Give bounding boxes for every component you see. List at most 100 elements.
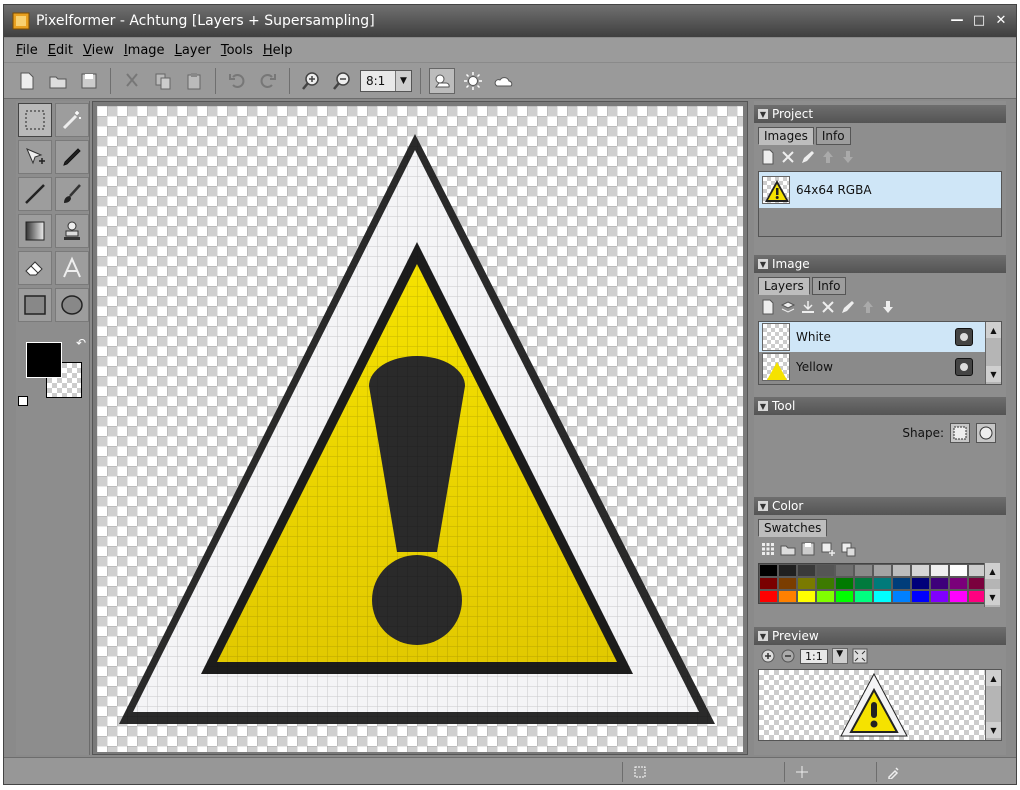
zoom-in-icon[interactable] bbox=[760, 648, 776, 664]
swap-colors-icon[interactable]: ↶ bbox=[76, 336, 86, 350]
zoom-in-icon[interactable] bbox=[298, 68, 324, 94]
minimize-icon[interactable]: — bbox=[948, 11, 966, 29]
menu-edit[interactable]: Edit bbox=[48, 43, 73, 58]
add-swatch-icon[interactable] bbox=[820, 541, 836, 557]
tab-project-info[interactable]: Info bbox=[815, 127, 851, 145]
color-swatch[interactable] bbox=[778, 590, 797, 603]
color-swatch[interactable] bbox=[873, 590, 892, 603]
gradient-icon[interactable] bbox=[18, 214, 52, 248]
line-icon[interactable] bbox=[18, 177, 52, 211]
paste-icon[interactable] bbox=[181, 68, 207, 94]
brush-icon[interactable] bbox=[55, 177, 89, 211]
delete-icon[interactable] bbox=[780, 149, 796, 165]
zoom-out-icon[interactable] bbox=[329, 68, 355, 94]
pen-icon[interactable] bbox=[55, 140, 89, 174]
new-layer-icon[interactable] bbox=[760, 299, 776, 315]
color-swatch[interactable] bbox=[873, 577, 892, 590]
color-swatch[interactable] bbox=[797, 564, 816, 577]
move-down-icon[interactable] bbox=[840, 149, 856, 165]
shape-square-button[interactable] bbox=[950, 423, 970, 443]
menu-layer[interactable]: Layer bbox=[175, 43, 211, 58]
layer-row-yellow[interactable]: Yellow bbox=[759, 352, 1001, 382]
fit-view-icon[interactable] bbox=[852, 648, 868, 664]
color-swatch[interactable] bbox=[797, 590, 816, 603]
zoom-out-icon[interactable] bbox=[780, 648, 796, 664]
image-panel-header[interactable]: ▼ Image bbox=[754, 255, 1006, 273]
color-swatch[interactable] bbox=[759, 564, 778, 577]
scroll-down-icon[interactable]: ▼ bbox=[986, 366, 1001, 382]
delete-icon[interactable] bbox=[820, 299, 836, 315]
save-icon[interactable] bbox=[76, 68, 102, 94]
title-bar[interactable]: Pixelformer - Achtung [Layers + Supersam… bbox=[4, 5, 1016, 37]
color-swatch[interactable] bbox=[892, 564, 911, 577]
merge-layer-icon[interactable] bbox=[800, 299, 816, 315]
remove-swatch-icon[interactable] bbox=[840, 541, 856, 557]
shape-circle-button[interactable] bbox=[976, 423, 996, 443]
stamp-icon[interactable] bbox=[55, 214, 89, 248]
tab-layers[interactable]: Layers bbox=[758, 277, 810, 295]
color-swatch[interactable] bbox=[759, 590, 778, 603]
scroll-down-icon[interactable]: ▼ bbox=[985, 589, 1000, 605]
collapse-icon[interactable]: ▼ bbox=[758, 259, 768, 269]
color-swatch[interactable] bbox=[949, 564, 968, 577]
color-swatch[interactable] bbox=[930, 564, 949, 577]
edit-icon[interactable] bbox=[840, 299, 856, 315]
color-swatch[interactable] bbox=[854, 564, 873, 577]
image-canvas[interactable] bbox=[97, 106, 743, 752]
color-swatch[interactable] bbox=[778, 577, 797, 590]
cloud-icon[interactable] bbox=[491, 68, 517, 94]
open-icon[interactable] bbox=[45, 68, 71, 94]
color-panel-header[interactable]: ▼ Color bbox=[754, 497, 1006, 515]
rectangle-icon[interactable] bbox=[18, 288, 52, 322]
color-swatch[interactable] bbox=[816, 590, 835, 603]
magic-wand-icon[interactable] bbox=[55, 103, 89, 137]
color-swatch[interactable] bbox=[816, 564, 835, 577]
tab-image-info[interactable]: Info bbox=[811, 277, 847, 295]
swatch-scrollbar[interactable]: ▲ ▼ bbox=[984, 563, 1000, 607]
menu-view[interactable]: View bbox=[83, 43, 114, 58]
scroll-up-icon[interactable]: ▲ bbox=[986, 322, 1001, 338]
color-swatch[interactable] bbox=[930, 577, 949, 590]
layer-row-white[interactable]: White bbox=[759, 322, 1001, 352]
layer-scrollbar[interactable]: ▲ ▼ bbox=[985, 322, 1001, 384]
color-swatch[interactable] bbox=[911, 590, 930, 603]
maximize-icon[interactable]: □ bbox=[970, 11, 988, 29]
project-panel-header[interactable]: ▼ Project bbox=[754, 105, 1006, 123]
foreground-color[interactable] bbox=[26, 342, 62, 378]
color-swatch[interactable] bbox=[873, 564, 892, 577]
preview-scrollbar[interactable]: ▲ ▼ bbox=[985, 670, 1001, 740]
close-icon[interactable]: ✕ bbox=[992, 11, 1010, 29]
redo-icon[interactable] bbox=[255, 68, 281, 94]
collapse-icon[interactable]: ▼ bbox=[758, 501, 768, 511]
collapse-icon[interactable]: ▼ bbox=[758, 401, 768, 411]
tab-images[interactable]: Images bbox=[758, 127, 814, 145]
color-swatch[interactable] bbox=[778, 564, 797, 577]
color-swatch[interactable] bbox=[892, 590, 911, 603]
color-swatch[interactable] bbox=[854, 590, 873, 603]
move-up-icon[interactable] bbox=[820, 149, 836, 165]
color-swatch[interactable] bbox=[911, 577, 930, 590]
grid-view-icon[interactable] bbox=[760, 541, 776, 557]
chevron-down-icon[interactable]: ▼ bbox=[395, 70, 411, 91]
move-down-icon[interactable] bbox=[880, 299, 896, 315]
eraser-icon[interactable] bbox=[18, 251, 52, 285]
collapse-icon[interactable]: ▼ bbox=[758, 631, 768, 641]
menu-tools[interactable]: Tools bbox=[221, 43, 253, 58]
rect-select-icon[interactable] bbox=[18, 103, 52, 137]
undo-icon[interactable] bbox=[224, 68, 250, 94]
color-swatch[interactable] bbox=[835, 577, 854, 590]
menu-file[interactable]: File bbox=[16, 43, 38, 58]
color-swatch[interactable] bbox=[816, 577, 835, 590]
color-swatch[interactable] bbox=[949, 577, 968, 590]
move-icon[interactable] bbox=[18, 140, 52, 174]
cut-icon[interactable] bbox=[119, 68, 145, 94]
chevron-down-icon[interactable]: ▼ bbox=[831, 648, 848, 664]
move-up-icon[interactable] bbox=[860, 299, 876, 315]
scroll-up-icon[interactable]: ▲ bbox=[986, 670, 1001, 686]
edit-icon[interactable] bbox=[800, 149, 816, 165]
tool-panel-header[interactable]: ▼ Tool bbox=[754, 397, 1006, 415]
menu-help[interactable]: Help bbox=[263, 43, 293, 58]
scroll-up-icon[interactable]: ▲ bbox=[985, 563, 1000, 579]
scroll-down-icon[interactable]: ▼ bbox=[986, 722, 1001, 738]
open-palette-icon[interactable] bbox=[780, 541, 796, 557]
